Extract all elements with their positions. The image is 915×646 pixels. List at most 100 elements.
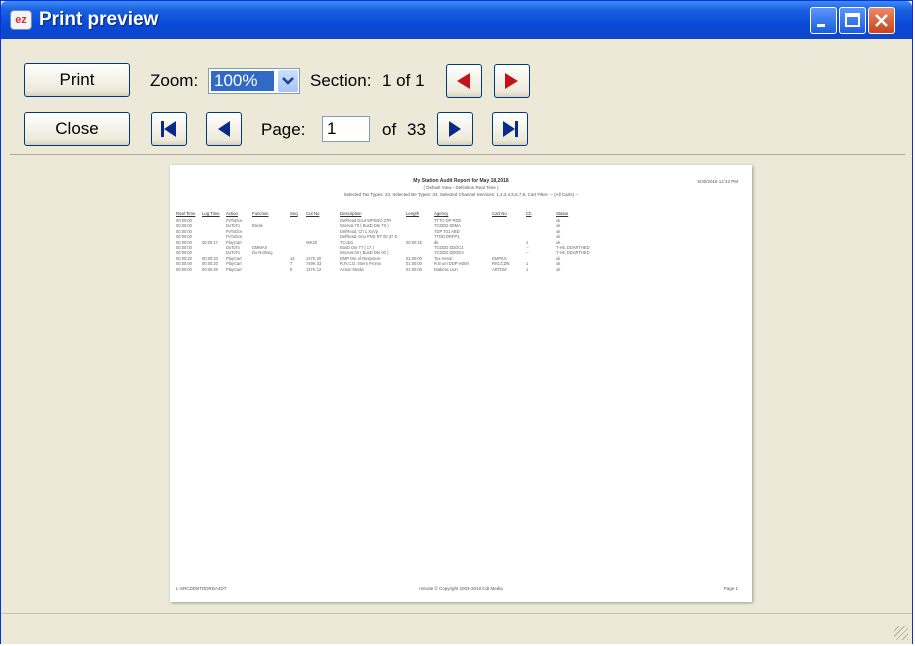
report-cell: PlayCart: [226, 239, 242, 245]
prev-page-button[interactable]: [206, 112, 242, 146]
report-cell: Interval 70 ( BusD Dte T0 ): [340, 223, 389, 229]
page-total: 33: [407, 120, 426, 139]
chevron-down-icon[interactable]: [278, 70, 298, 92]
report-cell: 00:00:20: [176, 255, 192, 261]
report-cell: ARTDM: [492, 266, 507, 272]
page-label: Page:: [261, 120, 306, 139]
report-cell: PlayCart: [226, 255, 242, 261]
triangle-right-icon: [449, 121, 461, 137]
zoom-label: Zoom:: [150, 71, 199, 90]
report-cell: 00:00:20: [202, 255, 218, 261]
report-cell: --: [526, 245, 529, 250]
print-button[interactable]: Print: [24, 63, 130, 97]
report-cell: ok: [556, 228, 561, 234]
report-cell: 00:00:00: [176, 228, 192, 234]
report-column-header: Cut No: [306, 211, 320, 216]
report-cell: 00:00:00: [176, 266, 192, 272]
report-cell: 00:00:00: [176, 239, 192, 245]
report-cell: PlayCart: [226, 261, 242, 267]
report-cell: DMP Dte of Response: [340, 255, 381, 261]
report-cell: DefRead Dout WPSNO 37R: [340, 218, 392, 223]
report-column-header: Ch: [526, 211, 532, 216]
report-cell: --: [526, 250, 529, 256]
report-column-header: Action: [226, 211, 238, 216]
triangle-right-icon: [505, 73, 518, 89]
report-column-header: Agency: [434, 211, 449, 216]
report-cell: DMMAX: [252, 245, 268, 250]
report-cell: DoToTo: [226, 223, 240, 229]
report-cell: 00:00:00: [176, 245, 192, 250]
report-cell: 00:00:00: [176, 261, 192, 267]
report-cell: Break: [252, 223, 263, 229]
report-cell: T-Hit, DDARTHED: [556, 250, 590, 256]
preview-area[interactable]: My Station Audit Report for May 18,2018 …: [10, 154, 905, 609]
report-cell: T-Hit, DDARTHED: [556, 245, 590, 250]
report-cell: DoToTo: [226, 245, 240, 250]
report-cell: Tox Heroir: [434, 255, 453, 261]
report-cell: 1: [526, 261, 529, 267]
report-cell: R.B um DDP HSMI: [434, 261, 469, 267]
report-cell: BusD Dte T7 [ 17 ]: [340, 245, 374, 250]
report-cell: 7: [290, 261, 293, 267]
minimize-icon: [817, 24, 825, 27]
title-bar[interactable]: ez Print preview: [1, 1, 912, 39]
report-cell: DMPEX: [492, 255, 507, 261]
maximize-icon: [845, 13, 860, 27]
report-cell: 1: [526, 239, 529, 245]
report-column-header: Length: [406, 211, 420, 216]
report-cell: TCDDD DDDES: [434, 250, 464, 256]
page-number-input[interactable]: 1: [322, 116, 370, 142]
report-cell: 137K 20: [306, 255, 322, 261]
report-cell: 14: [290, 255, 295, 261]
report-cell: ok: [556, 261, 561, 267]
report-cell: 00:00:20: [202, 266, 218, 272]
report-cell: 00:00:00: [176, 223, 192, 229]
report-cell: TDP T01 ABD: [434, 228, 460, 234]
triangle-left-icon: [218, 121, 230, 137]
report-column-header: Description: [340, 211, 362, 216]
report-column-header: Status: [556, 211, 569, 216]
close-button[interactable]: Close: [24, 112, 130, 146]
next-page-button[interactable]: [437, 112, 473, 146]
report-cell: 00:00:15: [406, 239, 422, 245]
close-window-button[interactable]: [868, 7, 895, 34]
section-label: Section:: [310, 71, 372, 90]
last-page-button[interactable]: [492, 112, 528, 146]
report-cell: TCDDD DDDC4: [434, 245, 464, 250]
next-section-button[interactable]: [494, 64, 530, 98]
report-cell: Interval 00 ( BusD Dte 00 ): [340, 250, 389, 256]
maximize-button[interactable]: [839, 7, 866, 34]
report-cell: Diabetic Lion: [434, 266, 458, 272]
report-cell: 01:00:00: [406, 255, 422, 261]
report-cell: 00:00:00: [176, 218, 192, 223]
report-cell: dk: [434, 239, 439, 245]
report-cell: 1: [526, 266, 529, 272]
print-preview-window: ez Print preview Print Close Zoom: 100% …: [0, 0, 913, 644]
report-cell: ok: [556, 255, 561, 261]
report-cell: 01:00:00: [406, 261, 422, 267]
report-cell: RKCCDN: [492, 261, 510, 267]
report-cell: 00:00:17: [202, 239, 218, 245]
report-footer-center: mSuite © Copyright 2003-2018 Cdt Media: [419, 586, 503, 591]
first-page-button[interactable]: [151, 112, 187, 146]
close-icon: [875, 14, 888, 27]
resize-grip-icon[interactable]: [894, 626, 908, 640]
report-cell: PvToDce: [226, 218, 243, 223]
report-cell: TCDDD 8DMA: [434, 223, 461, 229]
report-cell: PvToDce: [226, 228, 243, 234]
report-column-header: Real Time: [176, 211, 196, 216]
report-footer-right: Page 1: [723, 586, 738, 591]
report-cell: PvToDce: [226, 234, 243, 240]
report-date: 5/30/2018 12:42 PM: [697, 179, 738, 184]
report-cell: 01:00:00: [406, 266, 422, 272]
report-cell: TCoDo: [340, 239, 353, 245]
report-cell: 00:00:00: [176, 234, 192, 240]
minimize-button[interactable]: [810, 7, 837, 34]
zoom-select[interactable]: 100%: [208, 68, 300, 94]
report-cell: TTDD DRFP1: [434, 234, 460, 240]
report-cell: 749K 33: [306, 261, 322, 267]
report-cell: ok: [556, 223, 561, 229]
section-value: 1 of 1: [382, 71, 425, 90]
page-of-label: of: [382, 120, 397, 139]
prev-section-button[interactable]: [446, 64, 482, 98]
